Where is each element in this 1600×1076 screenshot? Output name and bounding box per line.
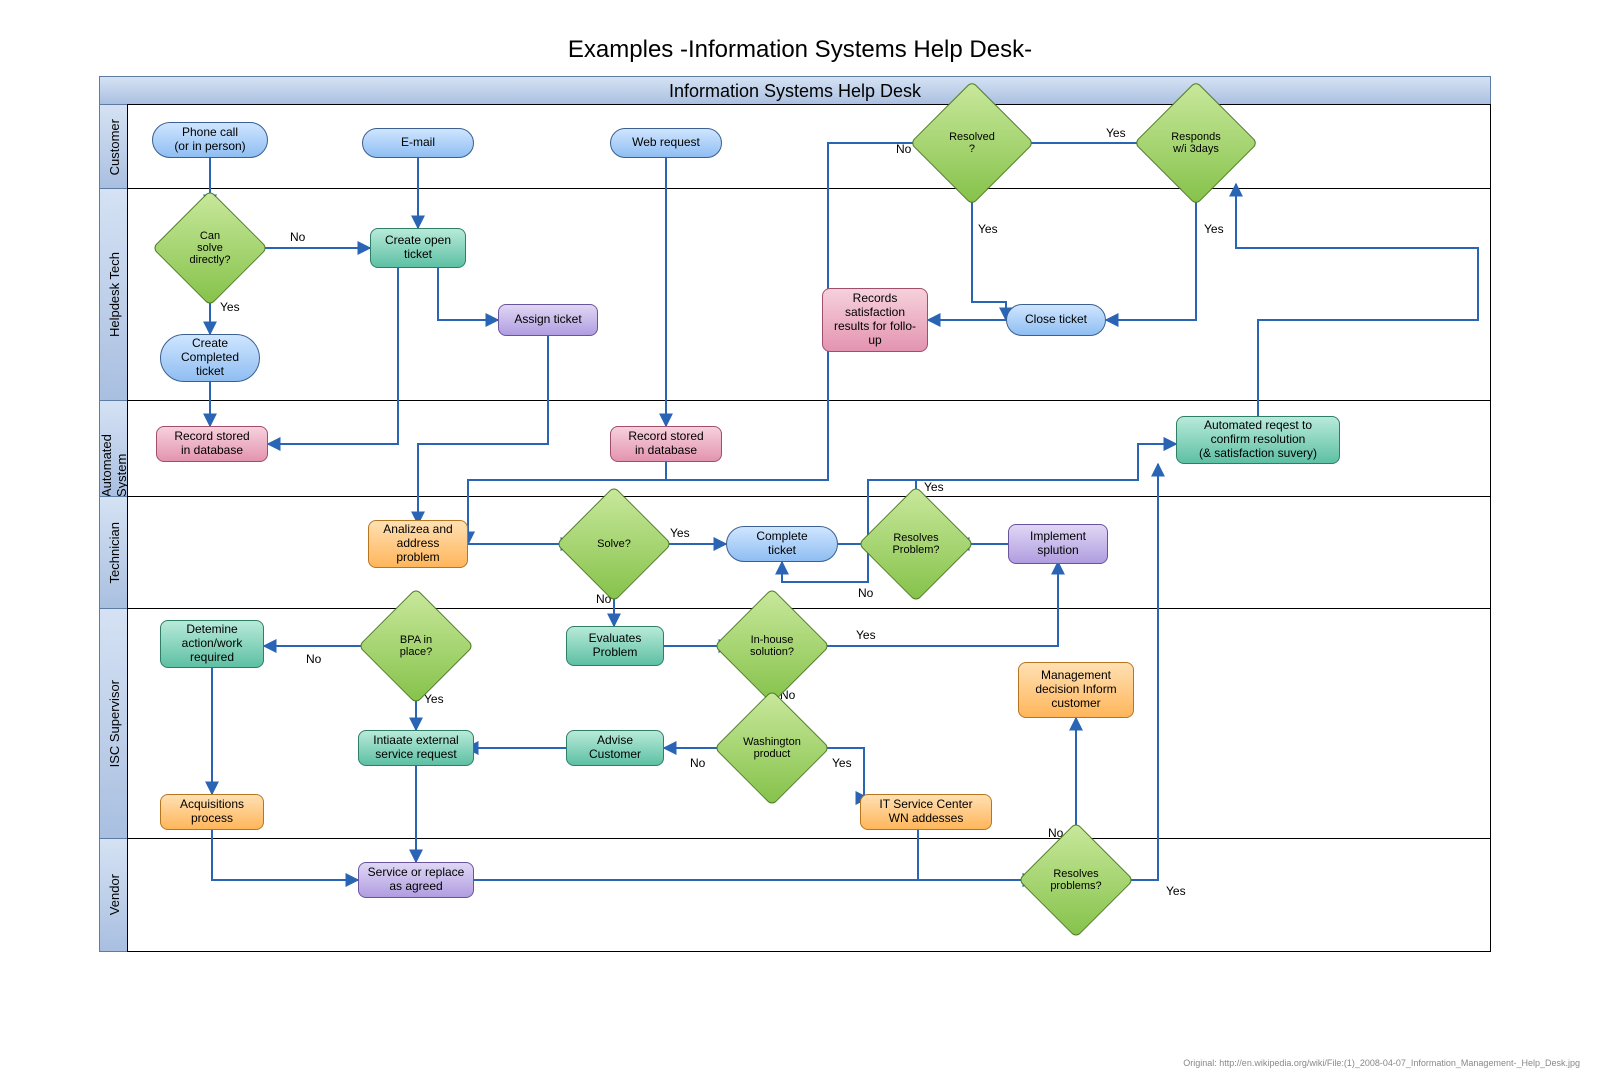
lane-body <box>127 104 1491 190</box>
node-cansolve: Cansolvedirectly? <box>169 207 251 289</box>
lane-header-vendor: Vendor <box>99 838 129 952</box>
node-inhouse: In-housesolution? <box>731 605 813 687</box>
edge-label: Yes <box>220 300 240 314</box>
edge-label: No <box>306 652 321 666</box>
lane-header-customer: Customer <box>99 104 129 190</box>
edge-label: No <box>690 756 705 770</box>
edge-label: No <box>896 142 911 156</box>
edge-label: Yes <box>856 628 876 642</box>
lane-header-helpdesk: Helpdesk Tech <box>99 188 129 402</box>
edge-label: Yes <box>924 480 944 494</box>
diagram-canvas: Examples -Information Systems Help Desk-… <box>0 0 1600 1076</box>
node-advise: AdviseCustomer <box>566 730 664 766</box>
credit-text: Original: http://en.wikipedia.org/wiki/F… <box>1183 1058 1580 1068</box>
node-autoreq: Automated reqest toconfirm resolution(& … <box>1176 416 1340 464</box>
node-completed: CreateCompletedticket <box>160 334 260 382</box>
edge-label: Yes <box>978 222 998 236</box>
node-completetkt: Completeticket <box>726 526 838 562</box>
edge-label: Yes <box>670 526 690 540</box>
lane-header-auto: Automated System <box>99 400 129 498</box>
node-mgmt: Managementdecision Informcustomer <box>1018 662 1134 718</box>
node-bpa: BPA inplace? <box>375 605 457 687</box>
lane-header-isc: ISC Supervisor <box>99 608 129 840</box>
node-implement: Implementsplution <box>1008 524 1108 564</box>
edge-label: Yes <box>832 756 852 770</box>
edge-label: Yes <box>1106 126 1126 140</box>
node-washington: Washingtonproduct <box>731 707 813 789</box>
node-initiate: Intiaate externalservice request <box>358 730 474 766</box>
edge-label: Yes <box>1166 884 1186 898</box>
node-evaluates: EvaluatesProblem <box>566 626 664 666</box>
node-determine: Detemineaction/workrequired <box>160 620 264 668</box>
node-satisfaction: Recordssatisfactionresults for follo-up <box>822 288 928 352</box>
node-resolvesproblems: Resolvesproblems? <box>1035 839 1117 921</box>
node-responds: Respondsw/i 3days <box>1152 99 1240 187</box>
lane-body <box>127 838 1491 952</box>
edge-label: Yes <box>1204 222 1224 236</box>
node-resolvesprob: ResolvesProblem? <box>875 503 957 585</box>
node-openticket: Create openticket <box>370 228 466 268</box>
node-resolved: Resolved? <box>928 99 1016 187</box>
lane-body <box>127 188 1491 402</box>
node-web: Web request <box>610 128 722 158</box>
node-service: Service or replaceas agreed <box>358 862 474 898</box>
lane-header-tech: Technician <box>99 496 129 610</box>
node-acquisitions: Acquisitionsprocess <box>160 794 264 830</box>
pool-header: Information Systems Help Desk <box>99 76 1491 106</box>
edge-label: No <box>858 586 873 600</box>
node-email: E-mail <box>362 128 474 158</box>
page-title: Examples -Information Systems Help Desk- <box>0 36 1600 64</box>
node-phone: Phone call(or in person) <box>152 122 268 158</box>
edge-label: No <box>290 230 305 244</box>
node-analyze: Analizea andaddressproblem <box>368 520 468 568</box>
node-assign: Assign ticket <box>498 304 598 336</box>
node-solve: Solve? <box>573 503 655 585</box>
node-itservice: IT Service CenterWN addesses <box>860 794 992 830</box>
node-record2: Record storedin database <box>610 426 722 462</box>
node-closeticket: Close ticket <box>1006 304 1106 336</box>
node-record1: Record storedin database <box>156 426 268 462</box>
edge-label: Yes <box>424 692 444 706</box>
